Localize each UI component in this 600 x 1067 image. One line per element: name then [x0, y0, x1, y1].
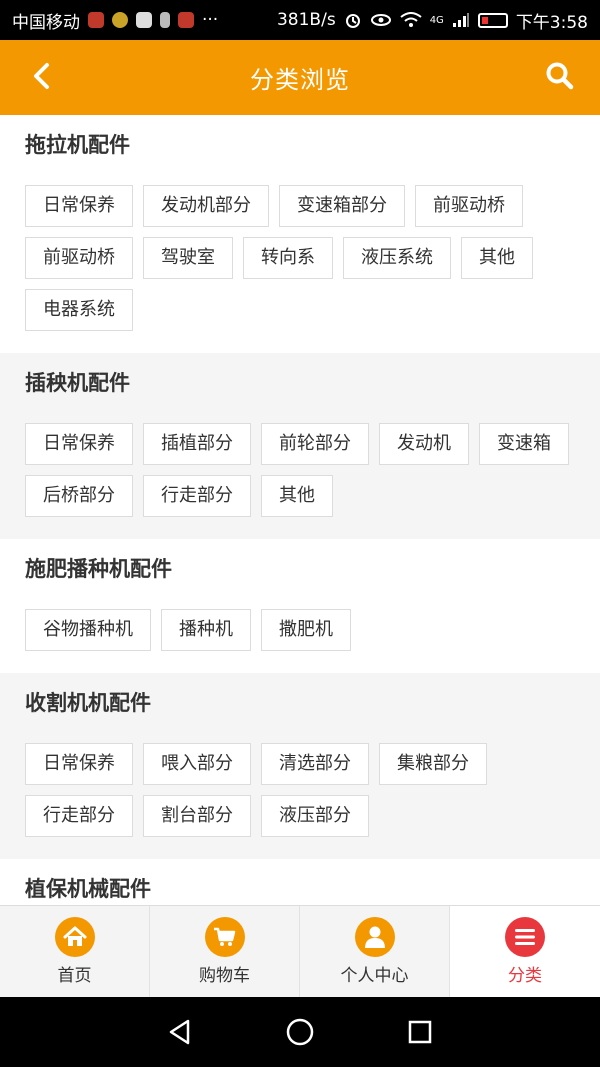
bottom-tab-bar: 首页 购物车 个人中心 分类: [0, 905, 600, 997]
system-nav-bar: [0, 997, 600, 1067]
tab-label: 首页: [57, 966, 92, 986]
tab-cart[interactable]: 购物车: [150, 906, 300, 997]
category-tag[interactable]: 驾驶室: [143, 237, 233, 279]
category-tag[interactable]: 发动机部分: [143, 185, 269, 227]
eye-icon: [370, 14, 391, 26]
category-tag[interactable]: 电器系统: [25, 289, 133, 331]
chevron-left-icon: [34, 63, 49, 89]
category-tag[interactable]: 其他: [461, 237, 533, 279]
signal-icon: [452, 13, 469, 27]
category-tag[interactable]: 前驱动桥: [415, 185, 523, 227]
cart-icon: [204, 917, 245, 957]
search-button[interactable]: [540, 56, 580, 96]
nav-home-button[interactable]: [280, 1012, 320, 1052]
category-title: 拖拉机配件: [25, 133, 130, 157]
back-button[interactable]: [22, 56, 62, 96]
category-tag[interactable]: 前驱动桥: [25, 237, 133, 279]
category-tag[interactable]: 割台部分: [143, 795, 251, 837]
notification-icon: [160, 12, 170, 28]
notification-icon: [178, 12, 194, 28]
category-section: 拖拉机配件 日常保养 发动机部分 变速箱部分 前驱动桥 前驱动桥 驾驶室 转向系…: [0, 115, 600, 353]
more-icon: ···: [202, 10, 219, 30]
category-tag[interactable]: 播种机: [161, 609, 251, 651]
category-tag[interactable]: 喂入部分: [143, 743, 251, 785]
app-header: 分类浏览: [0, 40, 600, 115]
notification-icon: [88, 12, 104, 28]
category-tags: 谷物播种机 播种机 撒肥机: [25, 609, 575, 651]
category-tag[interactable]: 日常保养: [25, 185, 133, 227]
category-title: 植保机械配件: [25, 877, 151, 901]
category-tag[interactable]: 行走部分: [25, 795, 133, 837]
category-tag[interactable]: 前轮部分: [261, 423, 369, 465]
alarm-icon: [345, 14, 360, 28]
battery-icon: [477, 12, 508, 28]
category-title: 施肥播种机配件: [25, 557, 172, 581]
square-recents-icon: [408, 1020, 432, 1044]
tab-label: 购物车: [199, 966, 250, 986]
category-title: 插秧机配件: [25, 371, 130, 395]
circle-home-icon: [286, 1018, 314, 1046]
category-tags: 日常保养 插植部分 前轮部分 发动机 变速箱 后桥部分 行走部分 其他: [25, 423, 575, 517]
notification-icon: [112, 12, 128, 28]
category-section: 施肥播种机配件 谷物播种机 播种机 撒肥机: [0, 539, 600, 673]
tab-label: 分类: [508, 966, 542, 986]
category-tag[interactable]: 转向系: [243, 237, 333, 279]
category-title: 收割机机配件: [25, 691, 151, 715]
category-tag[interactable]: 其他: [261, 475, 333, 517]
category-tag[interactable]: 插植部分: [143, 423, 251, 465]
tab-profile[interactable]: 个人中心: [300, 906, 450, 997]
wifi-icon: [400, 12, 422, 27]
category-tag[interactable]: 日常保养: [25, 743, 133, 785]
category-tag[interactable]: 清选部分: [261, 743, 369, 785]
category-section: 收割机机配件 日常保养 喂入部分 清选部分 集粮部分 行走部分 割台部分 液压部…: [0, 673, 600, 859]
user-icon: [354, 917, 395, 957]
category-tag[interactable]: 行走部分: [143, 475, 251, 517]
category-tag[interactable]: 变速箱部分: [279, 185, 405, 227]
category-tags: 日常保养 喂入部分 清选部分 集粮部分 行走部分 割台部分 液压部分: [25, 743, 575, 837]
notification-icon: [136, 12, 152, 28]
category-tag[interactable]: 后桥部分: [25, 475, 133, 517]
tab-category[interactable]: 分类: [450, 906, 600, 997]
clock-text: 下午3:58: [515, 12, 588, 33]
category-list: 拖拉机配件 日常保养 发动机部分 变速箱部分 前驱动桥 前驱动桥 驾驶室 转向系…: [0, 115, 600, 905]
category-tags: 日常保养 发动机部分 变速箱部分 前驱动桥 前驱动桥 驾驶室 转向系 液压系统 …: [25, 185, 575, 331]
category-tag[interactable]: 谷物播种机: [25, 609, 151, 651]
category-section: 插秧机配件 日常保养 插植部分 前轮部分 发动机 变速箱 后桥部分 行走部分 其…: [0, 353, 600, 539]
tab-label: 个人中心: [340, 966, 409, 986]
category-tag[interactable]: 撒肥机: [261, 609, 351, 651]
network-type: 4G: [429, 14, 444, 26]
category-tag[interactable]: 集粮部分: [379, 743, 487, 785]
category-tag[interactable]: 液压系统: [343, 237, 451, 279]
menu-icon: [505, 917, 545, 957]
carrier-text: 中国移动: [12, 12, 80, 33]
category-tag[interactable]: 发动机: [379, 423, 469, 465]
category-tag[interactable]: 变速箱: [479, 423, 569, 465]
nav-recents-button[interactable]: [400, 1012, 440, 1052]
home-icon: [54, 917, 95, 957]
status-bar: 中国移动 ··· 381B/s 4G 下午3:58: [0, 0, 600, 40]
nav-back-button[interactable]: [160, 1012, 200, 1052]
tab-home[interactable]: 首页: [0, 906, 150, 997]
category-tag[interactable]: 液压部分: [261, 795, 369, 837]
page-title: 分类浏览: [250, 66, 350, 94]
search-icon: [546, 62, 574, 90]
network-speed: 381B/s: [276, 10, 336, 30]
category-tag[interactable]: 日常保养: [25, 423, 133, 465]
category-section: 植保机械配件: [0, 859, 600, 905]
triangle-back-icon: [169, 1019, 190, 1045]
